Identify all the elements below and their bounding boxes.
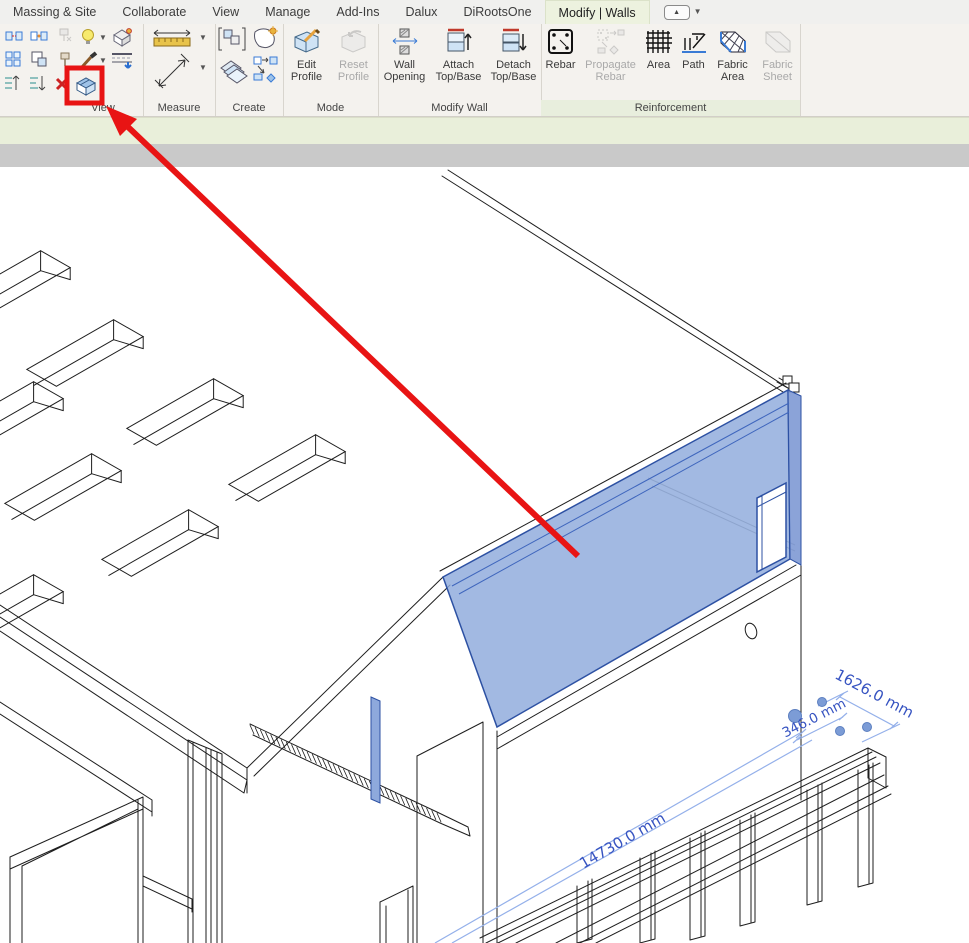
wall-opening-label: Wall Opening <box>379 59 431 83</box>
fabric-area-icon <box>718 28 748 56</box>
ribbon-tab-bar: Massing & Site Collaborate View Manage A… <box>0 0 969 24</box>
panel-label-view[interactable]: View <box>63 100 143 116</box>
attach-top-base-button[interactable]: Attach Top/Base <box>433 26 485 83</box>
propagate-rebar-icon <box>596 28 626 56</box>
panel-mode: Edit Profile Reset Profile Mode <box>283 24 379 116</box>
detach-top-base-label: Detach Top/Base <box>487 59 541 83</box>
create-parts-icon[interactable] <box>253 56 281 84</box>
panel-modify-wall: Wall Opening Attach Top/Base Detach Top/… <box>378 24 542 116</box>
matchtype-icon[interactable] <box>5 51 21 67</box>
panel-measure: ▼ ▼ Measure <box>143 24 216 116</box>
ribbon-collapse-button[interactable]: ▲ ▼ <box>664 0 702 24</box>
tab-add-ins[interactable]: Add-Ins <box>323 0 392 24</box>
panel-label-modify-wall[interactable]: Modify Wall <box>378 100 541 116</box>
chevron-down-icon[interactable]: ▼ <box>99 34 107 42</box>
panel-view: ▼ ▼ View <box>0 24 144 116</box>
model-3d-view: 1626.0 mm 346.0 mm 14730.0 mm <box>0 167 969 943</box>
ribbon: ▼ ▼ View ▼ ▼ Measure Create <box>0 24 969 117</box>
chevron-down-icon[interactable]: ▼ <box>199 34 207 42</box>
unpin-icon[interactable] <box>57 27 73 43</box>
reset-profile-button: Reset Profile <box>331 26 377 83</box>
options-bar <box>0 117 969 145</box>
cut-profile-icon[interactable] <box>5 29 23 43</box>
selected-wall-edge[interactable] <box>371 697 380 803</box>
overlap-regions-icon[interactable] <box>31 51 47 67</box>
create-assembly-icon[interactable] <box>218 56 248 84</box>
create-similar-icon[interactable] <box>251 26 279 52</box>
propagate-rebar-button: Propagate Rebar <box>582 26 640 83</box>
panel-label-reinforcement[interactable]: Reinforcement <box>541 100 800 116</box>
pin-icon[interactable] <box>57 51 73 67</box>
view-control-strip <box>0 144 969 167</box>
tab-dalux[interactable]: Dalux <box>392 0 450 24</box>
panel-label-mode[interactable]: Mode <box>283 100 378 116</box>
delete-icon[interactable] <box>54 76 70 92</box>
edit-profile-icon <box>292 28 322 56</box>
linework-brush-icon[interactable] <box>80 51 98 69</box>
reset-profile-label: Reset Profile <box>331 59 377 83</box>
measure-ruler-icon[interactable] <box>151 28 195 50</box>
reset-profile-icon <box>339 28 369 56</box>
path-button[interactable]: Path <box>678 26 710 83</box>
revit-window: Massing & Site Collaborate View Manage A… <box>0 0 969 943</box>
chevron-down-icon: ▼ <box>694 8 702 16</box>
tab-view[interactable]: View <box>199 0 252 24</box>
propagate-rebar-label: Propagate Rebar <box>582 59 640 83</box>
edit-profile-button[interactable]: Edit Profile <box>285 26 329 83</box>
fabric-area-button[interactable]: Fabric Area <box>712 26 754 83</box>
fabric-area-label: Fabric Area <box>712 59 754 83</box>
edit-profile-label: Edit Profile <box>285 59 329 83</box>
tab-manage[interactable]: Manage <box>252 0 323 24</box>
align-list-icon[interactable] <box>3 74 21 92</box>
panel-label-create[interactable]: Create <box>215 100 283 116</box>
selection-box-icon[interactable] <box>73 73 99 99</box>
attach-top-base-label: Attach Top/Base <box>433 59 485 83</box>
panel-create: Create <box>215 24 284 116</box>
area-reinforcement-icon <box>644 28 674 56</box>
wall-opening-button[interactable]: Wall Opening <box>379 26 431 83</box>
create-group-icon[interactable] <box>218 26 246 52</box>
rebar-label: Rebar <box>542 59 580 71</box>
dimension-labels: 1626.0 mm 346.0 mm 14730.0 mm <box>576 665 916 872</box>
fabric-sheet-icon <box>763 28 793 56</box>
override-graphics-icon[interactable] <box>110 51 136 71</box>
fabric-sheet-button: Fabric Sheet <box>756 26 800 83</box>
fabric-sheet-label: Fabric Sheet <box>756 59 800 83</box>
chevron-down-icon[interactable]: ▼ <box>99 57 107 65</box>
panel-collapse-icon: ▲ <box>664 5 690 20</box>
rebar-button[interactable]: Rebar <box>542 26 580 83</box>
dimension-1626: 1626.0 mm <box>832 665 917 721</box>
path-label: Path <box>678 59 710 71</box>
dimension-lines[interactable] <box>435 691 900 943</box>
copy-profile-icon[interactable] <box>30 29 48 43</box>
wall-opening-icon <box>391 28 419 56</box>
tab-modify-walls[interactable]: Modify | Walls <box>545 0 650 24</box>
detach-top-base-icon <box>500 28 528 56</box>
chevron-down-icon[interactable]: ▼ <box>199 64 207 72</box>
selected-wall[interactable] <box>443 390 801 727</box>
panel-label-measure[interactable]: Measure <box>143 100 215 116</box>
detach-top-base-button[interactable]: Detach Top/Base <box>487 26 541 83</box>
measure-between-icon[interactable] <box>153 52 193 92</box>
drawing-area[interactable]: 1626.0 mm 346.0 mm 14730.0 mm <box>0 167 969 943</box>
area-label: Area <box>642 59 676 71</box>
rebar-icon <box>546 28 576 56</box>
wall-door-opening <box>757 483 786 572</box>
area-button[interactable]: Area <box>642 26 676 83</box>
sort-list-icon[interactable] <box>28 74 46 92</box>
tab-collaborate[interactable]: Collaborate <box>109 0 199 24</box>
render-box-icon[interactable] <box>110 27 134 47</box>
panel-reinforcement: Rebar Propagate Rebar Area Path Fabric A… <box>541 24 801 116</box>
tab-dirootsone[interactable]: DiRootsOne <box>450 0 544 24</box>
lightbulb-icon[interactable] <box>80 28 96 46</box>
attach-top-base-icon <box>445 28 473 56</box>
tab-massing-site[interactable]: Massing & Site <box>0 0 109 24</box>
path-reinforcement-icon <box>679 28 709 56</box>
